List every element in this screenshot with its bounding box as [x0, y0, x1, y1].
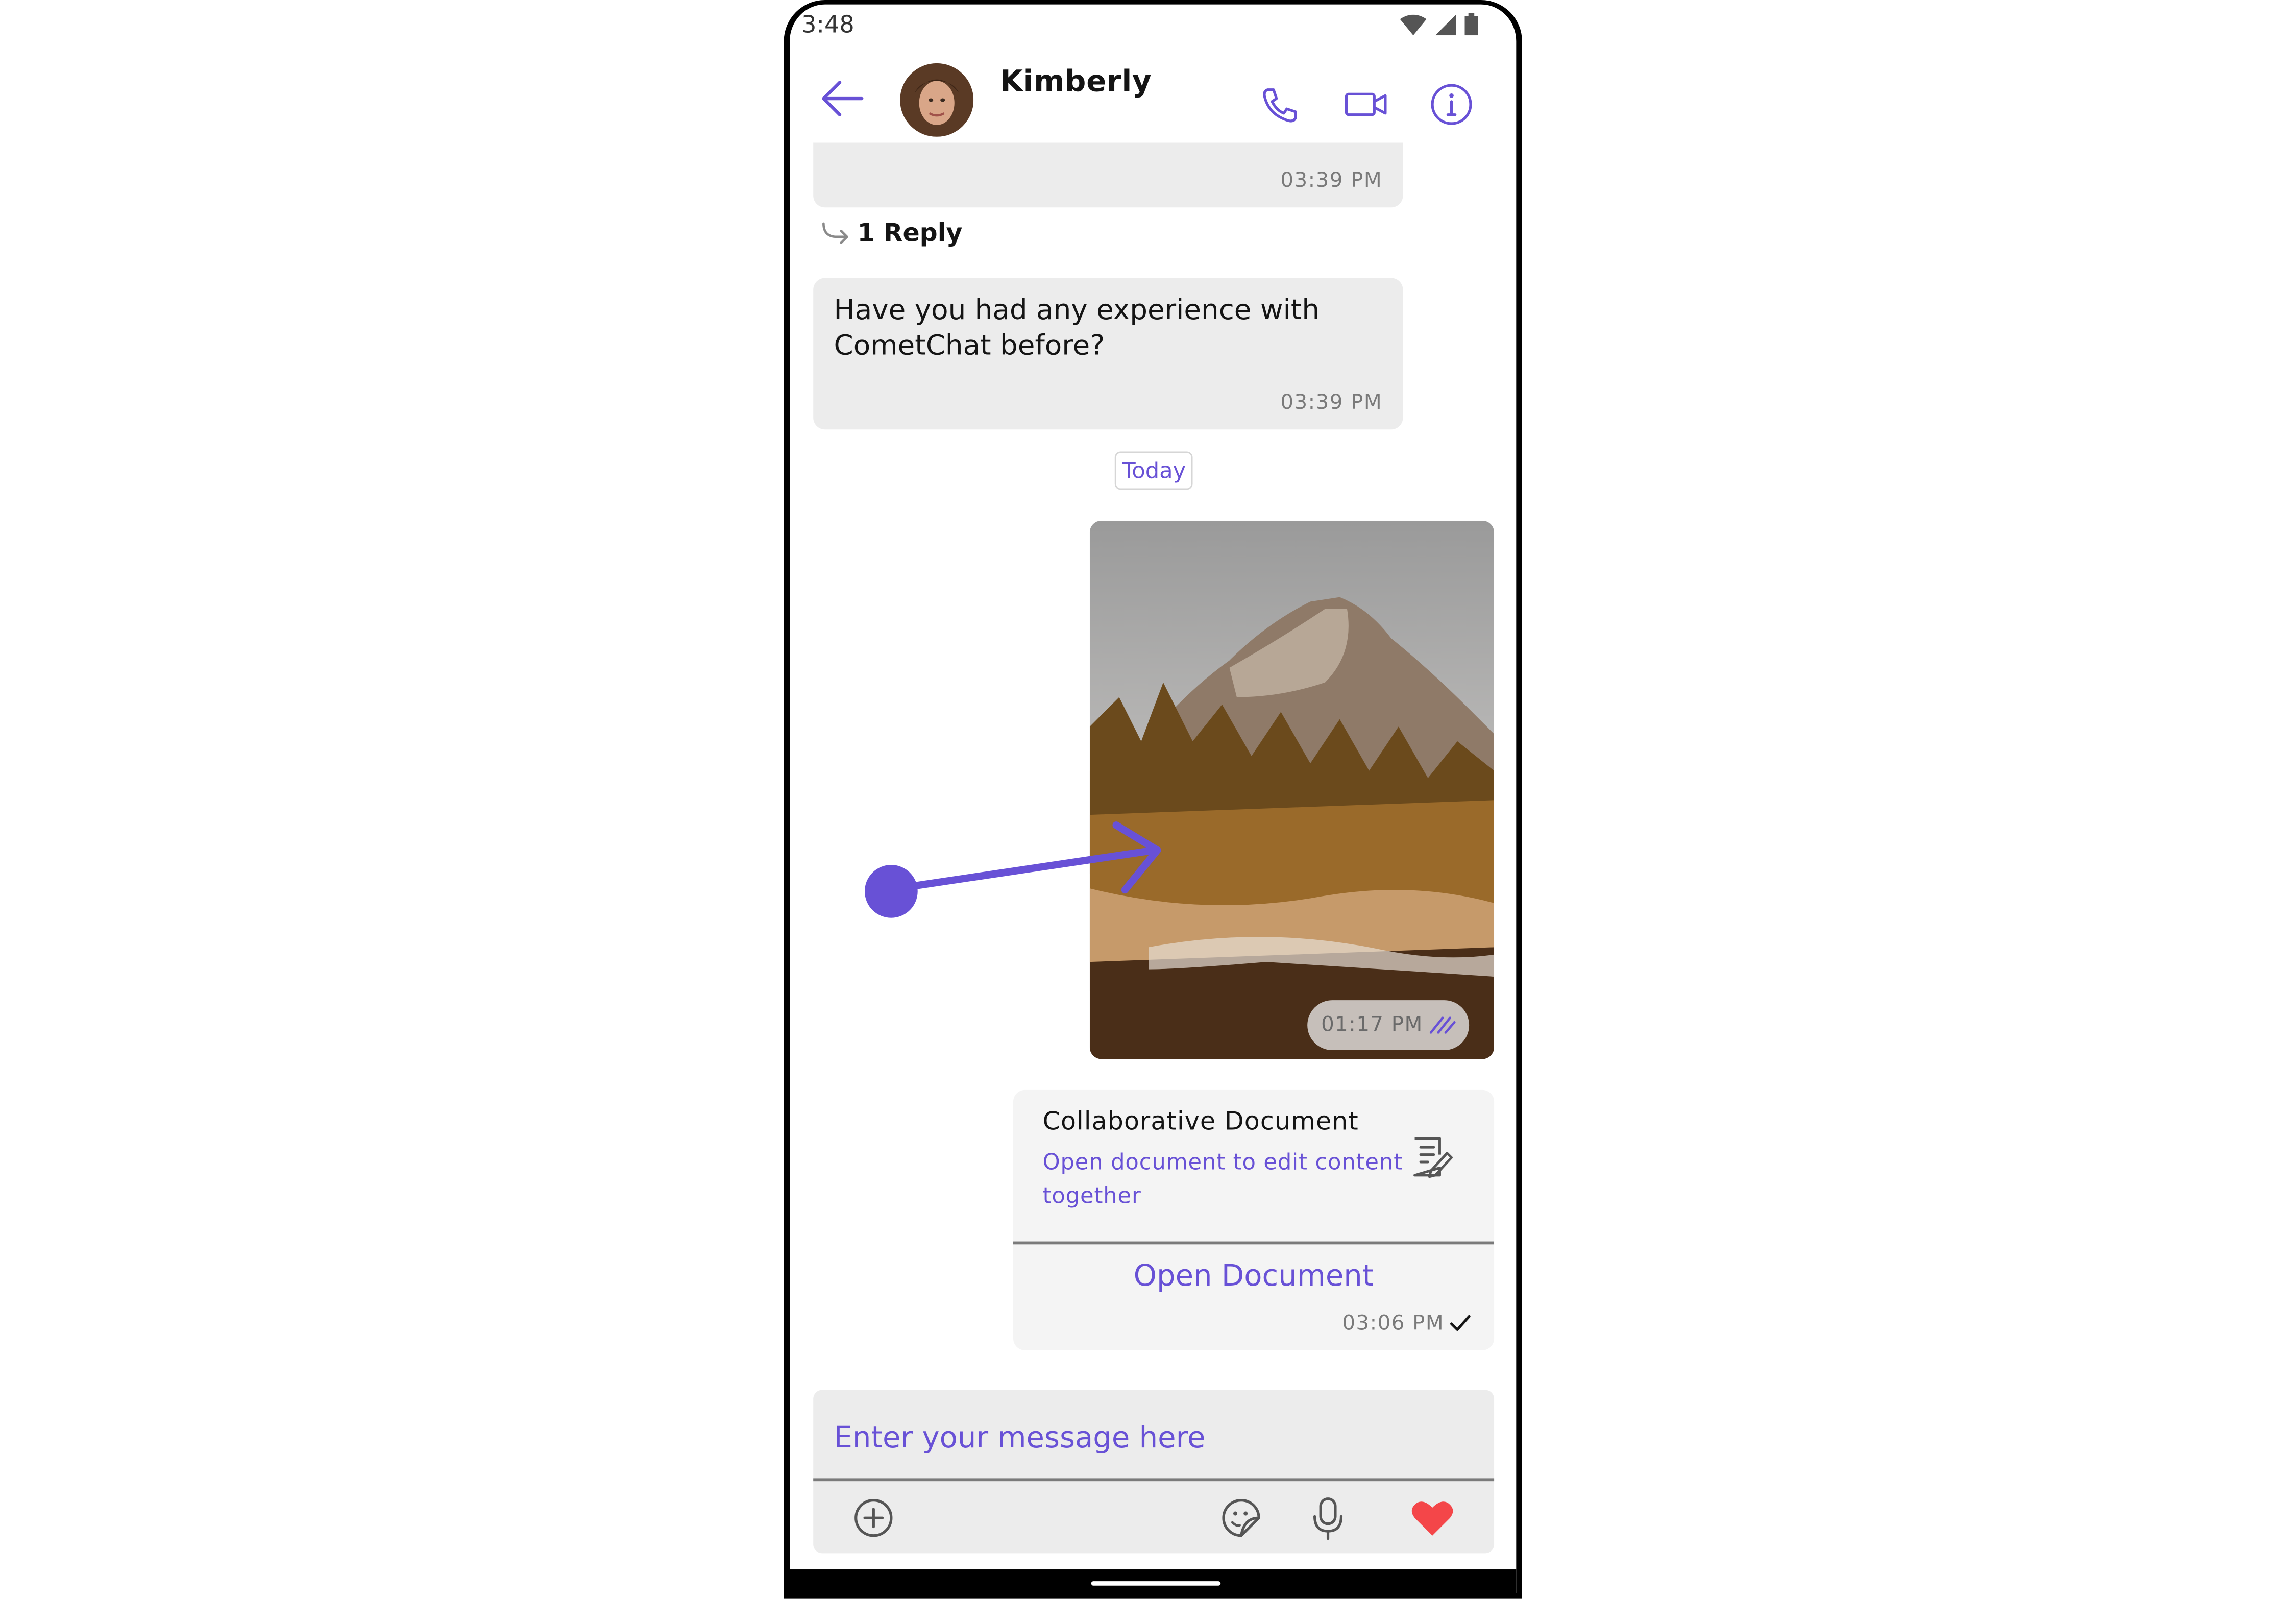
microphone-icon [1313, 1497, 1343, 1540]
document-subtitle-line: together [1042, 1182, 1141, 1209]
message-time: 03:39 PM [1280, 169, 1383, 193]
back-button[interactable] [819, 75, 866, 122]
avatar-image [900, 63, 974, 137]
document-subtitle: Open document to edit content together [1043, 1146, 1410, 1214]
document-subtitle-line: Open document to edit content [1042, 1149, 1403, 1175]
message-text-line: Have you had any experience with [834, 294, 1320, 327]
video-call-button[interactable] [1341, 81, 1391, 128]
divider [813, 1478, 1495, 1481]
reply-count: 1 Reply [857, 219, 963, 249]
message-text-line: CometChat before? [834, 329, 1105, 362]
sticker-icon [1222, 1499, 1260, 1537]
avatar[interactable] [900, 63, 974, 137]
collaborative-document-card[interactable]: Collaborative Document Open document to … [1013, 1089, 1495, 1350]
message-time: 01:17 PM [1321, 1013, 1423, 1037]
send-heart-button[interactable] [1407, 1496, 1457, 1540]
divider [1013, 1241, 1495, 1244]
pointer-annotation [865, 821, 1161, 918]
screen-canvas: 3:48 Kimberly 03:39 PM 1 Reply Have you … [0, 0, 2295, 1599]
reply-arrow-icon [822, 222, 848, 244]
wifi-icon [1400, 14, 1427, 35]
image-message[interactable]: 01:17 PM [1089, 520, 1495, 1059]
back-arrow-icon [822, 81, 864, 116]
status-icons [1400, 13, 1478, 36]
message-input[interactable]: Enter your message here [834, 1419, 1206, 1455]
add-icon [854, 1499, 893, 1537]
voice-record-button[interactable] [1306, 1496, 1350, 1540]
thread-reply-link[interactable]: 1 Reply [819, 219, 963, 249]
message-bubble-incoming[interactable]: 03:39 PM [813, 142, 1403, 208]
read-receipt-icon [1429, 1016, 1455, 1034]
video-icon [1345, 92, 1387, 116]
date-separator: Today [1114, 451, 1193, 490]
open-document-button[interactable]: Open Document [1013, 1257, 1494, 1293]
message-bubble-incoming[interactable]: Have you had any experience with CometCh… [813, 278, 1403, 430]
phone-frame: 3:48 Kimberly 03:39 PM 1 Reply Have you … [784, 0, 1522, 1599]
message-text: Have you had any experience with CometCh… [834, 293, 1393, 363]
status-time: 3:48 [801, 10, 854, 38]
phone-icon [1263, 88, 1297, 123]
message-time: 03:39 PM [1280, 391, 1383, 415]
document-meta: 03:06 PM [1342, 1312, 1471, 1336]
document-title: Collaborative Document [1042, 1107, 1359, 1137]
image-time-pill: 01:17 PM [1307, 1000, 1470, 1051]
document-edit-icon [1413, 1137, 1453, 1178]
sent-check-icon [1450, 1315, 1471, 1331]
message-time: 03:06 PM [1342, 1312, 1445, 1336]
info-button[interactable] [1427, 80, 1477, 130]
voice-call-button[interactable] [1256, 81, 1303, 128]
contact-name: Kimberly [1000, 63, 1152, 99]
home-indicator[interactable] [1091, 1581, 1221, 1586]
signal-icon [1435, 14, 1456, 35]
heart-icon [1411, 1501, 1453, 1536]
add-attachment-button[interactable] [851, 1496, 895, 1540]
message-composer: Enter your message here [813, 1390, 1495, 1554]
landscape-image [1089, 520, 1495, 1059]
battery-icon [1464, 13, 1478, 36]
info-icon [1431, 84, 1472, 125]
sticker-button[interactable] [1219, 1496, 1263, 1540]
